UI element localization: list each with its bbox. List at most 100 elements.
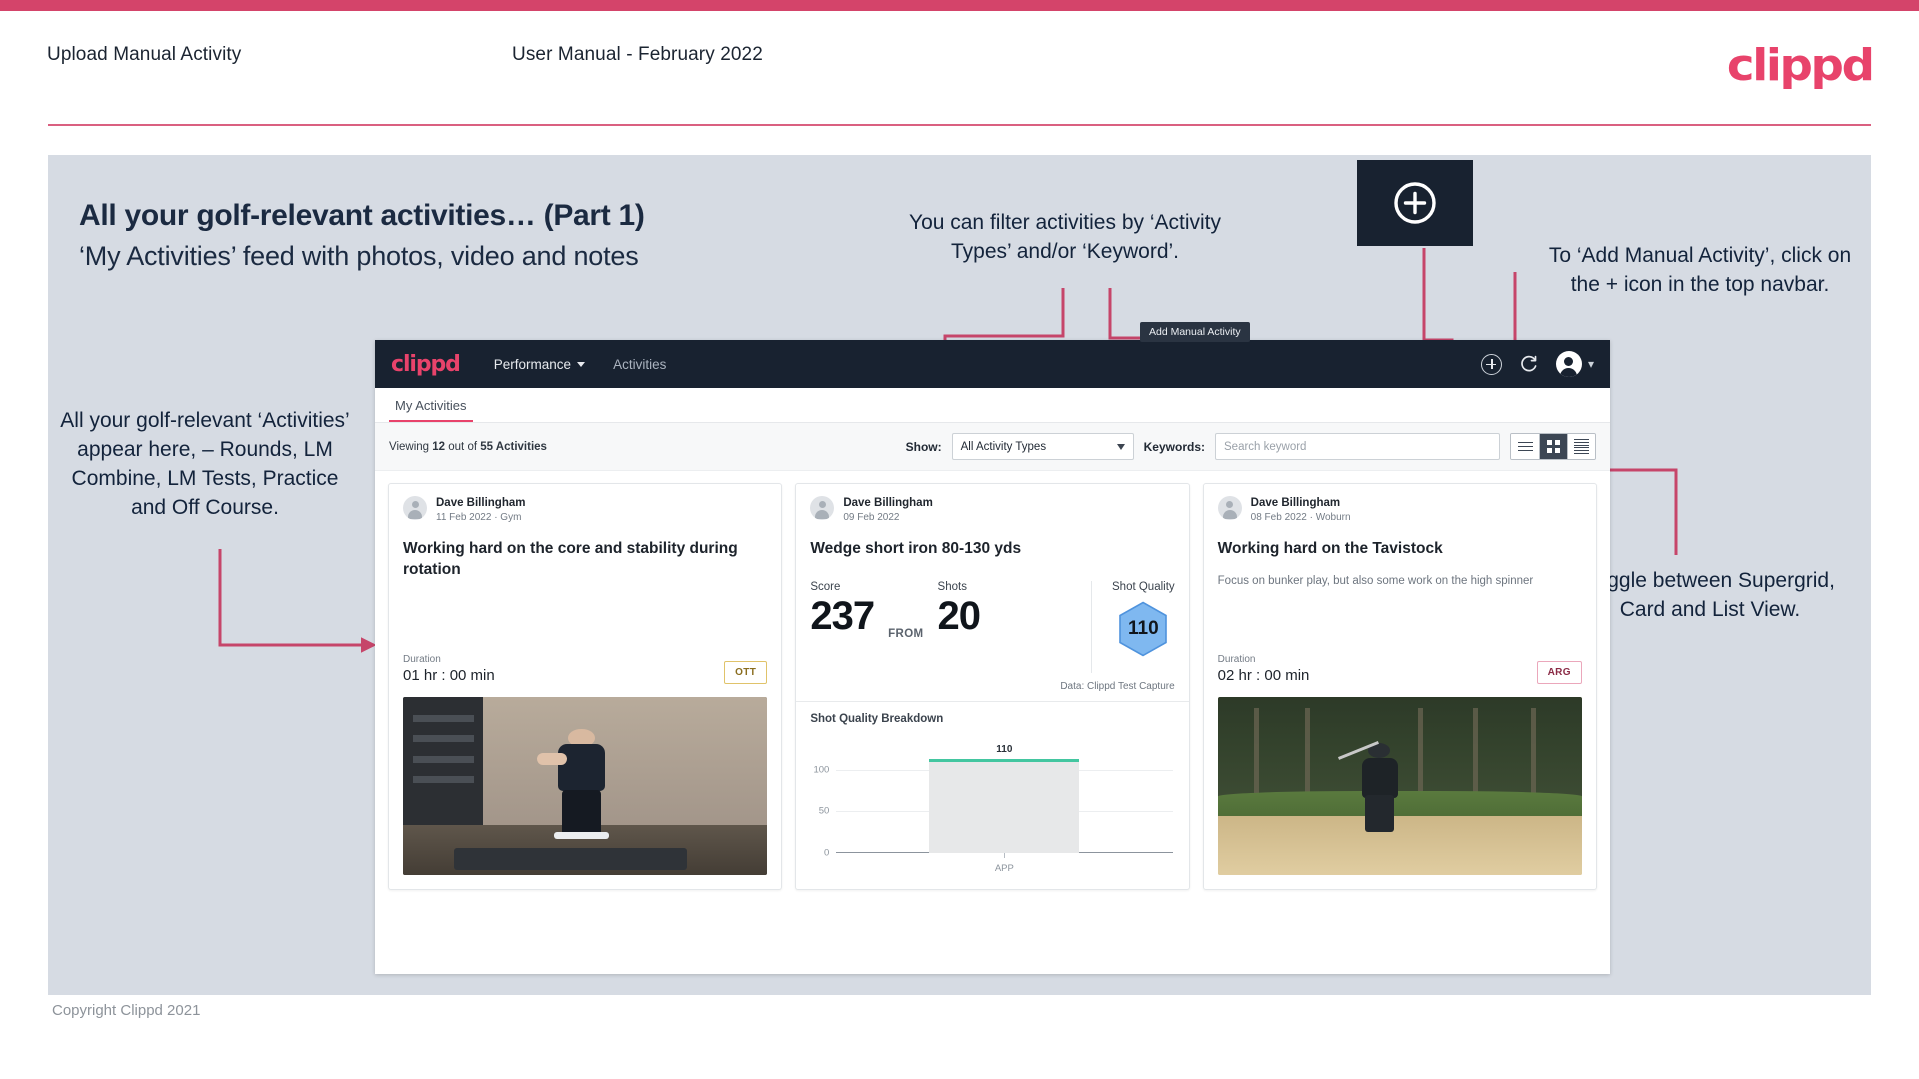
status-badge: OTT — [724, 661, 768, 684]
bar-value-label: 110 — [996, 744, 1013, 756]
shots-label: Shots — [937, 581, 967, 593]
stat-score: Score 237 — [810, 581, 875, 639]
chevron-down-icon — [577, 361, 586, 367]
viewing-count-text: Viewing 12 out of 55 Activities — [389, 441, 547, 453]
card-username: Dave Billingham — [436, 497, 526, 509]
card-note: Focus on bunker play, but also some work… — [1217, 575, 1534, 587]
footer-copyright: Copyright Clippd 2021 — [52, 1002, 201, 1019]
page-title: All your golf-relevant activities… (Part… — [79, 196, 979, 276]
y-tick-label: 0 — [824, 847, 830, 859]
card-meta: 08 Feb 2022 · Woburn — [1250, 512, 1351, 523]
score-label: Score — [810, 581, 841, 593]
duration-label: Duration — [403, 654, 441, 665]
x-tick-mark — [1004, 853, 1006, 858]
shot-quality-value: 110 — [1128, 618, 1159, 639]
avatar — [810, 496, 835, 520]
shot-quality-chart: 100 50 0 110 APP — [810, 731, 1174, 881]
add-circle-icon[interactable] — [1480, 353, 1502, 375]
headline-line-2: ‘My Activities’ feed with photos, video … — [79, 241, 639, 271]
card-duration-row: Duration 01 hr : 00 min OTT — [389, 654, 781, 684]
show-label: Show: — [905, 439, 942, 454]
filter-controls: Show: All Activity Types Keywords: Searc… — [906, 433, 1596, 460]
app-navbar: clippd Performance Activities ▾ — [375, 340, 1610, 388]
activity-type-value: All Activity Types — [960, 440, 1047, 453]
viewing-count: 12 — [432, 440, 446, 453]
from-label: FROM — [888, 628, 924, 640]
plus-callout-box — [1357, 160, 1473, 246]
chevron-down-icon: ▾ — [1587, 357, 1594, 371]
clippd-logo: clippd — [1727, 40, 1875, 91]
shot-quality-label: Shot Quality — [1112, 581, 1175, 593]
status-badge: ARG — [1536, 661, 1582, 684]
shot-quality-hexagon: 110 — [1118, 601, 1168, 657]
list-view-icon[interactable] — [1511, 434, 1539, 459]
annotation-filter: You can filter activities by ‘Activity T… — [908, 211, 1222, 263]
card-data-source: Data: Clippd Test Capture — [796, 673, 1189, 702]
refresh-icon[interactable] — [1519, 354, 1539, 374]
supergrid-view-icon[interactable] — [1539, 434, 1567, 459]
duration-value: 01 hr : 00 min — [403, 667, 495, 684]
stat-shot-quality: Shot Quality 110 — [1091, 581, 1175, 673]
navbar-actions: ▾ — [1480, 351, 1594, 377]
annotation-activities-feed: All your golf-relevant ‘Activities’ appe… — [60, 409, 350, 519]
card-title: Working hard on the core and stability d… — [403, 540, 738, 578]
header-center-title: User Manual - February 2022 — [512, 44, 763, 65]
chevron-down-icon — [1116, 443, 1125, 450]
card-username: Dave Billingham — [1250, 497, 1341, 509]
keyword-placeholder: Search keyword — [1224, 440, 1307, 453]
nav-item-performance-label: Performance — [493, 356, 572, 372]
chart-bar: 110 — [929, 744, 1080, 853]
y-tick-label: 50 — [818, 805, 830, 817]
nav-item-activities-label: Activities — [613, 356, 667, 372]
nav-item-performance[interactable]: Performance — [493, 356, 586, 372]
viewing-middle: out of — [445, 440, 481, 453]
bar-cap — [929, 759, 1080, 763]
card-title: Working hard on the Tavistock — [1217, 540, 1443, 557]
card-header: Dave Billingham 08 Feb 2022 · Woburn — [1204, 484, 1596, 525]
avatar — [1217, 496, 1242, 520]
y-tick-label: 100 — [813, 764, 830, 776]
view-mode-toggle — [1510, 433, 1596, 460]
viewing-prefix: Viewing — [389, 440, 433, 453]
chart-plot-area: 100 50 0 110 APP — [813, 744, 1173, 874]
x-tick-label: APP — [994, 863, 1014, 874]
card-title: Wedge short iron 80-130 yds — [810, 540, 1022, 557]
user-avatar-icon — [1555, 351, 1582, 377]
tab-my-activities[interactable]: My Activities — [389, 398, 473, 422]
app-logo[interactable]: clippd — [391, 352, 461, 377]
shots-value: 20 — [937, 594, 981, 638]
card-stats: Score 237 FROM Shots 20 Shot Quality 110 — [796, 559, 1188, 673]
activity-cards: Dave Billingham 11 Feb 2022 · Gym Workin… — [375, 471, 1610, 902]
activity-card[interactable]: Dave Billingham 08 Feb 2022 · Woburn Wor… — [1202, 483, 1597, 890]
user-menu[interactable]: ▾ — [1555, 351, 1594, 377]
card-view-icon[interactable] — [1567, 434, 1595, 459]
add-manual-activity-tooltip: Add Manual Activity — [1140, 322, 1250, 342]
headline-line-1: All your golf-relevant activities… (Part… — [79, 199, 645, 232]
card-duration-row: Duration 02 hr : 00 min ARG — [1204, 654, 1596, 684]
card-media-course[interactable] — [1217, 697, 1582, 875]
stat-shots: Shots 20 — [938, 581, 981, 639]
card-media-gym[interactable] — [403, 697, 768, 875]
filter-bar: Viewing 12 out of 55 Activities Show: Al… — [375, 423, 1610, 471]
annotation-add-manual: To ‘Add Manual Activity’, click on the +… — [1548, 244, 1852, 296]
card-username: Dave Billingham — [843, 497, 933, 509]
header-divider — [48, 124, 1871, 126]
keyword-search-input[interactable]: Search keyword — [1215, 433, 1500, 460]
activity-type-select[interactable]: All Activity Types — [951, 433, 1134, 460]
nav-item-activities[interactable]: Activities — [613, 357, 666, 372]
activity-card[interactable]: Dave Billingham 09 Feb 2022 Wedge short … — [795, 483, 1190, 890]
activity-card[interactable]: Dave Billingham 11 Feb 2022 · Gym Workin… — [388, 483, 783, 890]
card-meta: 09 Feb 2022 — [843, 512, 900, 523]
duration-label: Duration — [1217, 654, 1256, 665]
app-tabbar: My Activities — [375, 388, 1610, 423]
card-header: Dave Billingham 11 Feb 2022 · Gym — [389, 484, 781, 525]
card-header: Dave Billingham 09 Feb 2022 — [796, 484, 1188, 525]
duration-value: 02 hr : 00 min — [1217, 667, 1310, 684]
viewing-total: 55 Activities — [480, 440, 547, 453]
keywords-label: Keywords: — [1143, 439, 1205, 454]
top-accent-bar — [0, 0, 1919, 11]
score-value: 237 — [810, 594, 875, 638]
plus-circle-icon — [1394, 182, 1436, 224]
chart-title: Shot Quality Breakdown — [810, 713, 944, 725]
